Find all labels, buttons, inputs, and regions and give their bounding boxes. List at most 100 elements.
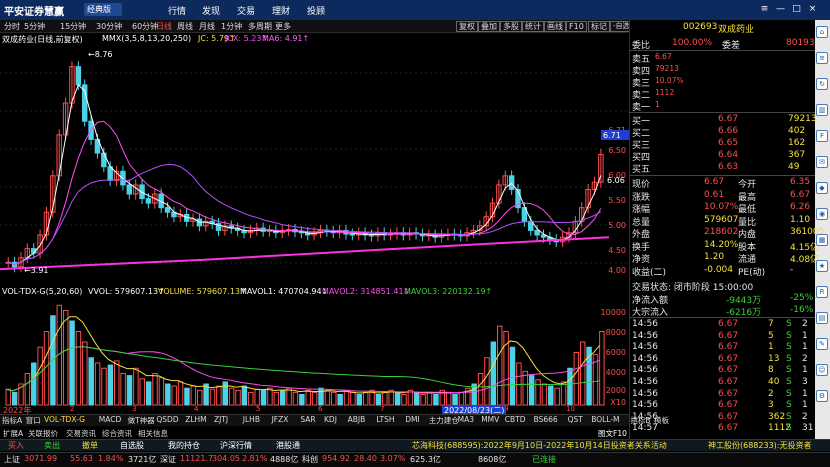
volume-bar: [248, 391, 254, 406]
period-day[interactable]: 日线: [156, 21, 172, 32]
indicator-tab[interactable]: 主力建仓: [429, 415, 459, 426]
candlestick-chart[interactable]: 6.716.506.005.505.004.504.00←8.76←3.916.…: [0, 33, 629, 291]
news-ticker[interactable]: 芯海科技(688595):2022年9月10日-2022年10月14日投资者关系…: [412, 440, 667, 451]
stat-value: 1.20: [704, 252, 725, 262]
mark-button[interactable]: 标记: [588, 21, 610, 32]
sell-side-value: 10.07%: [655, 76, 684, 85]
star-icon[interactable]: ★: [816, 260, 828, 272]
period-week[interactable]: 周线: [177, 21, 193, 32]
menu-hk-connect[interactable]: 港股通: [276, 440, 300, 451]
menu-cancel[interactable]: 撤单: [82, 440, 98, 451]
period-30min[interactable]: 30分钟: [96, 21, 122, 32]
indicator-tab[interactable]: JLHB: [243, 415, 260, 424]
tick-count: 2: [802, 319, 808, 329]
volume-bar: [311, 391, 318, 406]
maximize-button[interactable]: □: [790, 3, 803, 16]
indicator-tab[interactable]: BOLL-M: [591, 415, 619, 424]
period-month[interactable]: 月线: [199, 21, 215, 32]
settings-icon[interactable]: ⚙: [816, 390, 828, 402]
indicator-tab[interactable]: ABJB: [348, 415, 366, 424]
f10-button[interactable]: F10: [566, 21, 587, 32]
indicator-tab[interactable]: ZJTJ: [214, 415, 228, 424]
period-15min[interactable]: 15分钟: [60, 21, 86, 32]
volume-bar: [139, 378, 146, 406]
period-5min[interactable]: 5分钟: [24, 21, 45, 32]
adjust-button[interactable]: 复权: [456, 21, 478, 32]
menu-hs-market[interactable]: 沪深行情: [220, 440, 252, 451]
volume-bar: [554, 387, 560, 406]
tool-icon[interactable]: ✎: [816, 338, 828, 350]
kc-pct: 3.07%: [380, 454, 406, 463]
stats-button[interactable]: 统计: [522, 21, 544, 32]
edition-select[interactable]: 经典版: [84, 3, 122, 16]
tab-related-quote[interactable]: 关联报价: [28, 428, 58, 439]
rsi-icon[interactable]: R: [816, 286, 828, 298]
tick-time: 14:56: [632, 319, 658, 329]
home-icon[interactable]: ⌂: [816, 26, 828, 38]
tick-side: S: [786, 400, 792, 411]
menu-positions[interactable]: 我的持仓: [168, 440, 200, 451]
tab-related-info[interactable]: 相关信息: [138, 428, 168, 439]
indicator-tab[interactable]: SAR: [300, 415, 315, 424]
nav-trade[interactable]: 交易: [237, 4, 255, 17]
draw-button[interactable]: 画线: [544, 21, 566, 32]
indicator-tab[interactable]: ZLHM: [185, 415, 206, 424]
volume-chart[interactable]: 100008000600040002000X102345678910: [0, 293, 629, 413]
overlay-button[interactable]: 叠加: [478, 21, 500, 32]
menu-sell[interactable]: 卖出: [44, 440, 60, 451]
tick-time: 14:56: [632, 353, 658, 364]
minimize-button[interactable]: —: [774, 3, 787, 16]
indicator-tab[interactable]: VOL-TDX-G: [44, 415, 85, 424]
tab-general-info[interactable]: 综合资讯: [102, 428, 132, 439]
indicator-tab[interactable]: 做T神器: [128, 415, 155, 426]
refresh-icon[interactable]: ↻: [816, 78, 828, 90]
list-icon[interactable]: ≡: [816, 52, 828, 64]
volume-bar: [331, 391, 337, 406]
nav-discover[interactable]: 发现: [202, 4, 220, 17]
tag-icon[interactable]: ◆: [816, 182, 828, 194]
indicator-tab[interactable]: DMI: [405, 415, 419, 424]
buy-volume: 79213: [788, 114, 817, 124]
doc-icon[interactable]: ▤: [816, 312, 828, 324]
indicator-tab[interactable]: JFZX: [272, 415, 289, 424]
nav-market[interactable]: 行情: [168, 4, 186, 17]
user-icon[interactable]: ☺: [816, 364, 828, 376]
menu-watchlist[interactable]: 自选股: [120, 440, 144, 451]
indicator-tab[interactable]: MA3: [458, 415, 474, 424]
f10-icon[interactable]: F: [816, 130, 828, 142]
indicator-tab[interactable]: MACD: [99, 415, 121, 424]
close-button[interactable]: ×: [806, 3, 819, 16]
tick-price: 6.67: [718, 342, 739, 353]
connection-status: 已连接: [532, 455, 556, 464]
bell-icon[interactable]: ◉: [816, 208, 828, 220]
candle: [164, 207, 171, 213]
chart-icon[interactable]: ▥: [816, 104, 828, 116]
grid-icon[interactable]: ▦: [816, 234, 828, 246]
tab-trade-info[interactable]: 交易资讯: [66, 428, 96, 439]
indicator-tab[interactable]: QST: [568, 415, 583, 424]
nav-advisor[interactable]: 投顾: [307, 4, 325, 17]
period-1minute[interactable]: 1分钟: [221, 21, 242, 32]
indicator-tab[interactable]: CBTD: [505, 415, 526, 424]
nav-finance[interactable]: 理财: [272, 4, 290, 17]
period-more[interactable]: 更多: [275, 21, 291, 32]
indicator-tab[interactable]: KDJ: [324, 415, 337, 424]
multi-stock-button[interactable]: 多股: [500, 21, 522, 32]
news-ticker-2[interactable]: 神工股份(688233):无投资者: [708, 440, 811, 451]
menu-buy[interactable]: 买入: [8, 440, 24, 451]
period-1min[interactable]: 分时: [4, 21, 20, 32]
indicator-tab[interactable]: QSDD: [156, 415, 178, 424]
tick-time: 14:56: [632, 400, 658, 411]
news-icon[interactable]: ✉: [816, 156, 828, 168]
stat-label: 外盘: [632, 230, 651, 240]
period-60min[interactable]: 60分钟: [132, 21, 158, 32]
indicator-tab[interactable]: 窗口: [26, 415, 41, 426]
indicator-tab[interactable]: BS666: [534, 415, 558, 424]
indicator-tab[interactable]: MMV: [481, 415, 499, 424]
tab-f10[interactable]: 图文F10: [598, 428, 627, 439]
indicator-tab[interactable]: 指标A: [2, 415, 22, 426]
period-multi[interactable]: 多周期: [248, 21, 272, 32]
indicator-tab[interactable]: LTSH: [376, 415, 394, 424]
menu-button[interactable]: ≡: [758, 3, 771, 16]
tab-extA[interactable]: 扩展A: [3, 428, 23, 439]
